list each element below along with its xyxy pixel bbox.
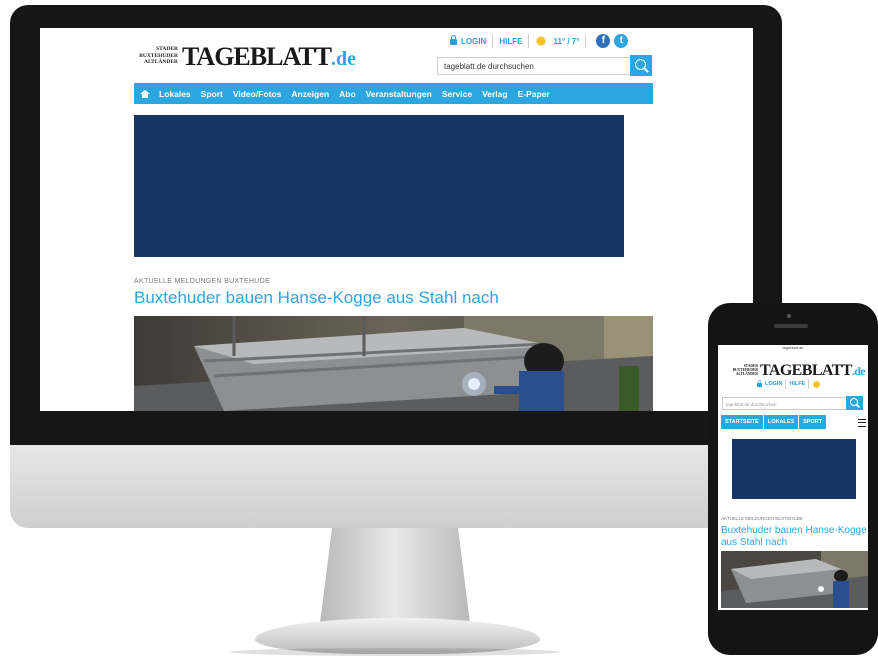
nav-item-abo[interactable]: Abo (339, 89, 356, 99)
divider (785, 379, 787, 389)
divider (492, 34, 494, 48)
nav-item-sport[interactable]: Sport (201, 89, 223, 99)
site-logo[interactable]: TAGEBLATT.de (182, 42, 356, 72)
phone-camera (787, 314, 791, 318)
divider (808, 379, 810, 389)
advertisement-banner[interactable] (134, 115, 624, 257)
login-link[interactable]: LOGIN (461, 37, 486, 46)
divider (528, 34, 530, 48)
nav-item-anzeigen[interactable]: Anzeigen (291, 89, 329, 99)
article-kicker: AKTUELLE MELDUNGEN BUXTEHUDE (134, 278, 270, 285)
search-input[interactable]: tageblatt.de durchsuchen (437, 57, 652, 75)
nav-item-startseite[interactable]: STARTSEITE (721, 415, 764, 429)
top-links: LOGIN HILFE 11° / 7° f t (450, 33, 629, 49)
facebook-icon[interactable]: f (596, 34, 611, 48)
article-headline[interactable]: Buxtehuder bauen Hanse-Kogge aus Stahl n… (721, 525, 867, 549)
monitor-shadow (230, 648, 560, 656)
status-bar: tageblatt.de (782, 345, 804, 350)
nav-item-e-paper[interactable]: E-Paper (518, 89, 550, 99)
help-link[interactable]: HILFE (789, 381, 805, 387)
twitter-icon[interactable]: t (614, 34, 629, 48)
phone-speaker (774, 324, 808, 328)
top-links: LOGIN HILFE (756, 378, 822, 390)
home-icon[interactable] (140, 89, 150, 98)
search-input[interactable]: tageblatt.de durchsuchen (722, 397, 847, 410)
mobile-screen: tageblatt.de STADER BUXTEHUDER ALTLÄNDER… (718, 345, 868, 610)
sun-icon (812, 379, 822, 389)
nav-item-verlag[interactable]: Verlag (482, 89, 508, 99)
nav-item-lokales[interactable]: Lokales (159, 89, 191, 99)
lock-icon (757, 380, 762, 388)
advertisement-banner[interactable] (732, 439, 856, 499)
hamburger-menu-icon[interactable] (858, 419, 866, 427)
article-kicker: AKTUELLE MELDUNGEN BUXTEHUDE (721, 516, 804, 521)
help-link[interactable]: HILFE (499, 37, 522, 46)
nav-item-service[interactable]: Service (442, 89, 472, 99)
lock-icon (450, 35, 457, 45)
article-photo[interactable] (721, 551, 868, 608)
desktop-screen: STADER BUXTEHUDER ALTLÄNDER TAGEBLATT.de… (40, 28, 753, 411)
sun-icon (535, 35, 548, 47)
logo-subtitle: STADER BUXTEHUDER ALTLÄNDER (732, 364, 758, 377)
main-navigation: STARTSEITE LOKALES SPORT (721, 415, 851, 429)
divider (585, 34, 587, 48)
main-navigation: Lokales Sport Video/Fotos Anzeigen Abo V… (134, 83, 653, 104)
monitor-chin (10, 445, 782, 528)
nav-item-sport[interactable]: SPORT (799, 415, 828, 429)
search-icon (850, 398, 858, 406)
nav-item-video-fotos[interactable]: Video/Fotos (233, 89, 282, 99)
logo-subtitle: STADER BUXTEHUDER ALTLÄNDER (139, 46, 178, 65)
nav-item-lokales[interactable]: LOKALES (763, 415, 800, 429)
search-button[interactable] (630, 55, 652, 76)
article-headline[interactable]: Buxtehuder bauen Hanse-Kogge aus Stahl n… (134, 288, 499, 308)
search-icon (635, 59, 646, 70)
login-link[interactable]: LOGIN (765, 381, 782, 387)
article-photo[interactable] (134, 316, 653, 411)
nav-item-veranstaltungen[interactable]: Veranstaltungen (366, 89, 432, 99)
weather-temperature[interactable]: 11° / 7° (553, 37, 579, 46)
monitor-stand-neck (320, 528, 470, 623)
search-button[interactable] (846, 396, 863, 410)
